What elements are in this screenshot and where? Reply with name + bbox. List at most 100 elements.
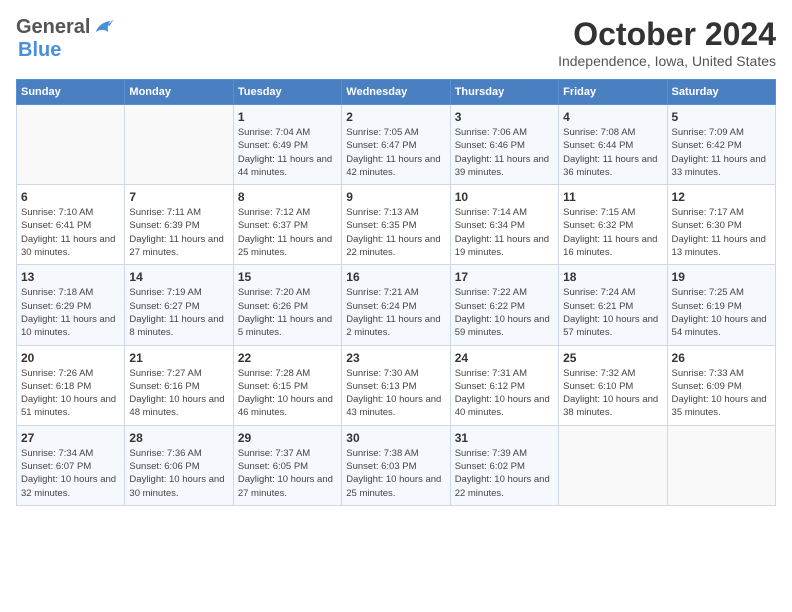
daylight: Daylight: 10 hours and 40 minutes. (455, 394, 550, 418)
day-info: Sunrise: 7:32 AM Sunset: 6:10 PM Dayligh… (563, 367, 662, 420)
sunrise: Sunrise: 7:38 AM (346, 448, 418, 459)
day-number: 17 (455, 270, 554, 284)
sunset: Sunset: 6:03 PM (346, 461, 416, 472)
calendar-cell: 28 Sunrise: 7:36 AM Sunset: 6:06 PM Dayl… (125, 425, 233, 505)
daylight: Daylight: 10 hours and 22 minutes. (455, 474, 550, 498)
daylight: Daylight: 10 hours and 48 minutes. (129, 394, 224, 418)
sunset: Sunset: 6:07 PM (21, 461, 91, 472)
sunrise: Sunrise: 7:15 AM (563, 207, 635, 218)
sunrise: Sunrise: 7:10 AM (21, 207, 93, 218)
sunset: Sunset: 6:34 PM (455, 220, 525, 231)
day-info: Sunrise: 7:19 AM Sunset: 6:27 PM Dayligh… (129, 286, 228, 339)
day-info: Sunrise: 7:08 AM Sunset: 6:44 PM Dayligh… (563, 126, 662, 179)
day-number: 21 (129, 351, 228, 365)
sunset: Sunset: 6:39 PM (129, 220, 199, 231)
calendar-cell (125, 105, 233, 185)
calendar-table: SundayMondayTuesdayWednesdayThursdayFrid… (16, 79, 776, 506)
day-number: 9 (346, 190, 445, 204)
day-info: Sunrise: 7:12 AM Sunset: 6:37 PM Dayligh… (238, 206, 337, 259)
sunrise: Sunrise: 7:39 AM (455, 448, 527, 459)
sunset: Sunset: 6:46 PM (455, 140, 525, 151)
sunrise: Sunrise: 7:08 AM (563, 127, 635, 138)
day-info: Sunrise: 7:09 AM Sunset: 6:42 PM Dayligh… (672, 126, 771, 179)
day-info: Sunrise: 7:20 AM Sunset: 6:26 PM Dayligh… (238, 286, 337, 339)
weekday-header-friday: Friday (559, 80, 667, 105)
daylight: Daylight: 11 hours and 36 minutes. (563, 154, 657, 178)
sunrise: Sunrise: 7:09 AM (672, 127, 744, 138)
sunrise: Sunrise: 7:25 AM (672, 287, 744, 298)
sunset: Sunset: 6:09 PM (672, 381, 742, 392)
calendar-cell (559, 425, 667, 505)
calendar-cell: 25 Sunrise: 7:32 AM Sunset: 6:10 PM Dayl… (559, 345, 667, 425)
week-row-1: 1 Sunrise: 7:04 AM Sunset: 6:49 PM Dayli… (17, 105, 776, 185)
calendar-cell: 24 Sunrise: 7:31 AM Sunset: 6:12 PM Dayl… (450, 345, 558, 425)
daylight: Daylight: 10 hours and 38 minutes. (563, 394, 658, 418)
daylight: Daylight: 11 hours and 27 minutes. (129, 234, 223, 258)
daylight: Daylight: 11 hours and 10 minutes. (21, 314, 115, 338)
day-info: Sunrise: 7:18 AM Sunset: 6:29 PM Dayligh… (21, 286, 120, 339)
sunrise: Sunrise: 7:31 AM (455, 368, 527, 379)
sunset: Sunset: 6:32 PM (563, 220, 633, 231)
sunset: Sunset: 6:27 PM (129, 301, 199, 312)
daylight: Daylight: 11 hours and 8 minutes. (129, 314, 223, 338)
sunset: Sunset: 6:44 PM (563, 140, 633, 151)
sunset: Sunset: 6:02 PM (455, 461, 525, 472)
day-info: Sunrise: 7:04 AM Sunset: 6:49 PM Dayligh… (238, 126, 337, 179)
day-number: 11 (563, 190, 662, 204)
week-row-3: 13 Sunrise: 7:18 AM Sunset: 6:29 PM Dayl… (17, 265, 776, 345)
day-number: 5 (672, 110, 771, 124)
day-number: 27 (21, 431, 120, 445)
daylight: Daylight: 11 hours and 44 minutes. (238, 154, 332, 178)
calendar-cell: 14 Sunrise: 7:19 AM Sunset: 6:27 PM Dayl… (125, 265, 233, 345)
day-number: 20 (21, 351, 120, 365)
day-number: 19 (672, 270, 771, 284)
weekday-header-wednesday: Wednesday (342, 80, 450, 105)
calendar-cell: 2 Sunrise: 7:05 AM Sunset: 6:47 PM Dayli… (342, 105, 450, 185)
daylight: Daylight: 10 hours and 59 minutes. (455, 314, 550, 338)
sunrise: Sunrise: 7:34 AM (21, 448, 93, 459)
sunrise: Sunrise: 7:04 AM (238, 127, 310, 138)
day-number: 24 (455, 351, 554, 365)
sunrise: Sunrise: 7:18 AM (21, 287, 93, 298)
day-info: Sunrise: 7:27 AM Sunset: 6:16 PM Dayligh… (129, 367, 228, 420)
calendar-cell: 18 Sunrise: 7:24 AM Sunset: 6:21 PM Dayl… (559, 265, 667, 345)
day-number: 29 (238, 431, 337, 445)
sunrise: Sunrise: 7:12 AM (238, 207, 310, 218)
sunset: Sunset: 6:30 PM (672, 220, 742, 231)
day-number: 12 (672, 190, 771, 204)
sunset: Sunset: 6:26 PM (238, 301, 308, 312)
day-info: Sunrise: 7:37 AM Sunset: 6:05 PM Dayligh… (238, 447, 337, 500)
calendar-cell: 6 Sunrise: 7:10 AM Sunset: 6:41 PM Dayli… (17, 185, 125, 265)
calendar-cell: 29 Sunrise: 7:37 AM Sunset: 6:05 PM Dayl… (233, 425, 341, 505)
week-row-2: 6 Sunrise: 7:10 AM Sunset: 6:41 PM Dayli… (17, 185, 776, 265)
day-info: Sunrise: 7:11 AM Sunset: 6:39 PM Dayligh… (129, 206, 228, 259)
logo-general: General (16, 16, 90, 39)
sunset: Sunset: 6:19 PM (672, 301, 742, 312)
sunrise: Sunrise: 7:37 AM (238, 448, 310, 459)
day-number: 15 (238, 270, 337, 284)
day-number: 14 (129, 270, 228, 284)
weekday-header-saturday: Saturday (667, 80, 775, 105)
sunset: Sunset: 6:10 PM (563, 381, 633, 392)
day-info: Sunrise: 7:14 AM Sunset: 6:34 PM Dayligh… (455, 206, 554, 259)
daylight: Daylight: 11 hours and 19 minutes. (455, 234, 549, 258)
day-number: 31 (455, 431, 554, 445)
calendar-cell: 22 Sunrise: 7:28 AM Sunset: 6:15 PM Dayl… (233, 345, 341, 425)
calendar-cell: 1 Sunrise: 7:04 AM Sunset: 6:49 PM Dayli… (233, 105, 341, 185)
calendar-cell: 19 Sunrise: 7:25 AM Sunset: 6:19 PM Dayl… (667, 265, 775, 345)
daylight: Daylight: 10 hours and 43 minutes. (346, 394, 441, 418)
calendar-cell: 4 Sunrise: 7:08 AM Sunset: 6:44 PM Dayli… (559, 105, 667, 185)
calendar-cell: 26 Sunrise: 7:33 AM Sunset: 6:09 PM Dayl… (667, 345, 775, 425)
sunset: Sunset: 6:47 PM (346, 140, 416, 151)
sunset: Sunset: 6:12 PM (455, 381, 525, 392)
daylight: Daylight: 10 hours and 54 minutes. (672, 314, 767, 338)
day-info: Sunrise: 7:17 AM Sunset: 6:30 PM Dayligh… (672, 206, 771, 259)
daylight: Daylight: 11 hours and 5 minutes. (238, 314, 332, 338)
calendar-cell: 13 Sunrise: 7:18 AM Sunset: 6:29 PM Dayl… (17, 265, 125, 345)
daylight: Daylight: 11 hours and 13 minutes. (672, 234, 766, 258)
calendar-cell (17, 105, 125, 185)
sunrise: Sunrise: 7:26 AM (21, 368, 93, 379)
day-info: Sunrise: 7:38 AM Sunset: 6:03 PM Dayligh… (346, 447, 445, 500)
weekday-header-monday: Monday (125, 80, 233, 105)
day-number: 3 (455, 110, 554, 124)
